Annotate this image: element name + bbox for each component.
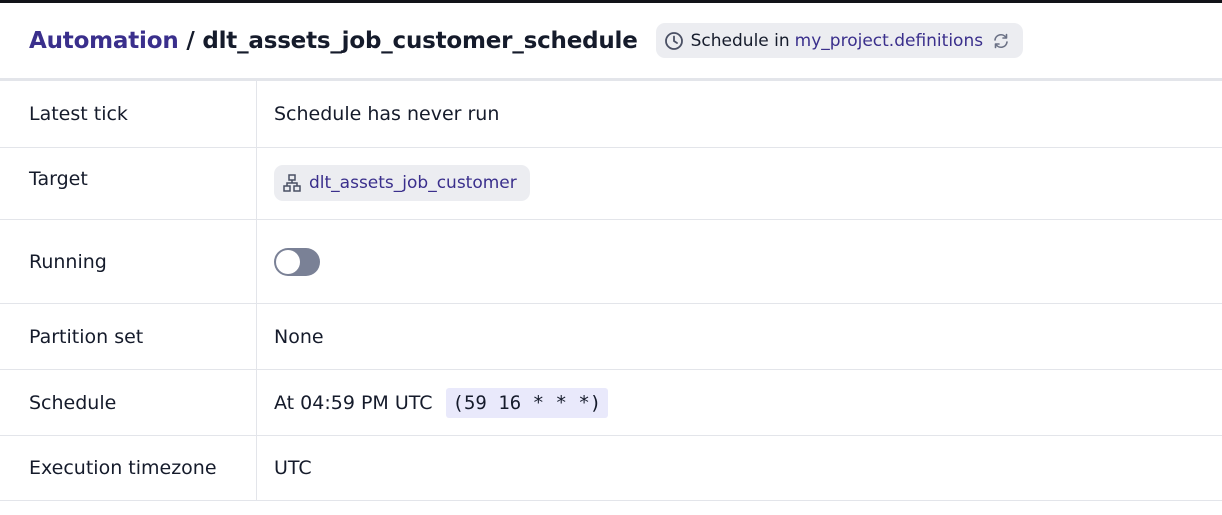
toggle-knob xyxy=(276,249,300,274)
partition-set-value: None xyxy=(274,325,324,348)
target-job-tag[interactable]: dlt_assets_job_customer xyxy=(274,164,530,201)
location-prefix: Schedule in xyxy=(690,30,790,51)
latest-tick-value: Schedule has never run xyxy=(274,103,500,125)
repository-location-link[interactable]: my_project.definitions xyxy=(795,31,983,51)
breadcrumb-automation-link[interactable]: Automation xyxy=(29,28,179,54)
schedule-name: dlt_assets_job_customer_schedule xyxy=(202,27,638,54)
job-graph-icon xyxy=(282,173,302,193)
breadcrumb-separator: / xyxy=(186,27,195,54)
table-row-schedule: Schedule At 04:59 PM UTC (59 16 * * *) xyxy=(0,370,1222,436)
page-header: Automation / dlt_assets_job_customer_sch… xyxy=(0,3,1222,81)
row-label: Target xyxy=(0,148,257,219)
table-row-execution-timezone: Execution timezone UTC xyxy=(0,436,1222,501)
row-label: Partition set xyxy=(0,304,257,369)
target-job-link[interactable]: dlt_assets_job_customer xyxy=(309,173,517,193)
schedule-details-table: Latest tick Schedule has never run Targe… xyxy=(0,81,1222,501)
table-row-partition-set: Partition set None xyxy=(0,304,1222,370)
row-label: Schedule xyxy=(0,370,257,435)
schedule-description: At 04:59 PM UTC xyxy=(274,391,433,414)
running-value xyxy=(257,220,1222,303)
reload-icon[interactable] xyxy=(991,31,1011,51)
table-row-target: Target dlt_assets_job_customer xyxy=(0,148,1222,220)
timezone-value: UTC xyxy=(274,457,312,479)
cron-expression: (59 16 * * *) xyxy=(445,387,609,418)
page-title: Automation / dlt_assets_job_customer_sch… xyxy=(29,28,638,54)
running-toggle[interactable] xyxy=(274,247,320,276)
row-label: Latest tick xyxy=(0,81,257,147)
target-value: dlt_assets_job_customer xyxy=(257,148,1222,219)
table-row-running: Running xyxy=(0,220,1222,304)
schedule-location-tag: Schedule in my_project.definitions xyxy=(655,23,1024,58)
row-label: Execution timezone xyxy=(0,436,257,500)
schedule-value: At 04:59 PM UTC (59 16 * * *) xyxy=(257,370,1222,435)
row-label: Running xyxy=(0,220,257,303)
table-row-latest-tick: Latest tick Schedule has never run xyxy=(0,81,1222,148)
clock-icon xyxy=(664,31,684,51)
